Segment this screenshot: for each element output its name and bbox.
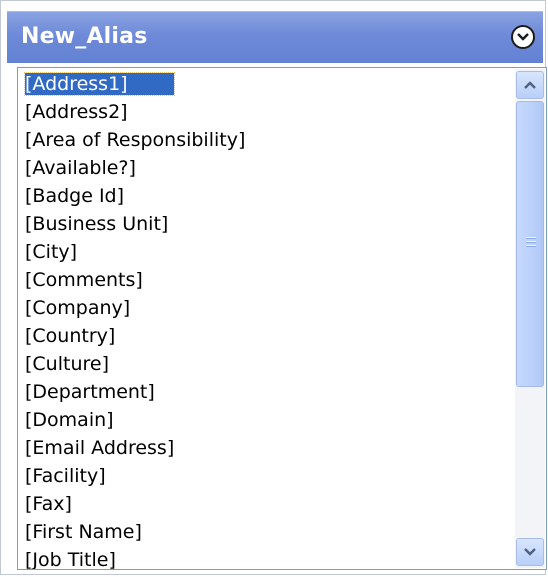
list-item-label: [City]: [25, 241, 78, 263]
list-item-label: [Comments]: [25, 269, 143, 291]
list-item-label: [Job Title]: [25, 549, 116, 570]
list-item[interactable]: [First Name]: [22, 518, 512, 546]
field-listbox[interactable]: [Address1] [Address2] [Area of Responsibil…: [17, 67, 547, 570]
list-item-label: [Email Address]: [25, 437, 175, 459]
list-item[interactable]: [Area of Responsibility]: [22, 126, 512, 154]
list-item[interactable]: [Country]: [22, 322, 512, 350]
scroll-down-button[interactable]: [516, 538, 544, 566]
list-item-label: [Culture]: [25, 353, 109, 375]
list-item-label: [First Name]: [25, 521, 142, 543]
list-item[interactable]: [Department]: [22, 378, 512, 406]
list-item-label: [Available?]: [25, 157, 136, 179]
grip-icon: [526, 237, 536, 247]
list-item[interactable]: [Fax]: [22, 490, 512, 518]
list-item-label: [Facility]: [25, 465, 106, 487]
list-item[interactable]: [Badge Id]: [22, 182, 512, 210]
list-item[interactable]: [Email Address]: [22, 434, 512, 462]
list-item-label: [Business Unit]: [25, 213, 169, 235]
field-list: [Address1] [Address2] [Area of Responsibil…: [22, 70, 512, 570]
list-item[interactable]: [Facility]: [22, 462, 512, 490]
panel-title: New_Alias: [21, 24, 148, 49]
alias-panel: New_Alias [Address1] [Address2] [Area of R…: [0, 0, 547, 575]
scroll-up-button[interactable]: [516, 71, 544, 99]
arrow-down-icon: [524, 548, 536, 556]
list-item[interactable]: [City]: [22, 238, 512, 266]
list-item-label: [Country]: [25, 325, 116, 347]
list-item-label: [Address1]: [24, 72, 175, 96]
list-item[interactable]: [Address1]: [22, 70, 512, 98]
list-item-label: [Area of Responsibility]: [25, 129, 246, 151]
list-item-label: [Address2]: [25, 101, 128, 123]
chevron-down-circle-icon: [517, 33, 529, 41]
list-item[interactable]: [Business Unit]: [22, 210, 512, 238]
list-item[interactable]: [Available?]: [22, 154, 512, 182]
list-item[interactable]: [Domain]: [22, 406, 512, 434]
list-item[interactable]: [Address2]: [22, 98, 512, 126]
list-item-label: [Company]: [25, 297, 131, 319]
list-item[interactable]: [Culture]: [22, 350, 512, 378]
collapse-button[interactable]: [511, 25, 535, 49]
arrow-up-icon: [524, 81, 536, 89]
vertical-scrollbar[interactable]: [515, 69, 545, 568]
list-item[interactable]: [Comments]: [22, 266, 512, 294]
list-item-label: [Badge Id]: [25, 185, 125, 207]
list-item-label: [Domain]: [25, 409, 114, 431]
list-item[interactable]: [Company]: [22, 294, 512, 322]
list-item-label: [Fax]: [25, 493, 72, 515]
scroll-thumb[interactable]: [516, 101, 544, 387]
list-item-label: [Department]: [25, 381, 155, 403]
list-item[interactable]: [Job Title]: [22, 546, 512, 570]
panel-header: New_Alias: [7, 11, 543, 63]
